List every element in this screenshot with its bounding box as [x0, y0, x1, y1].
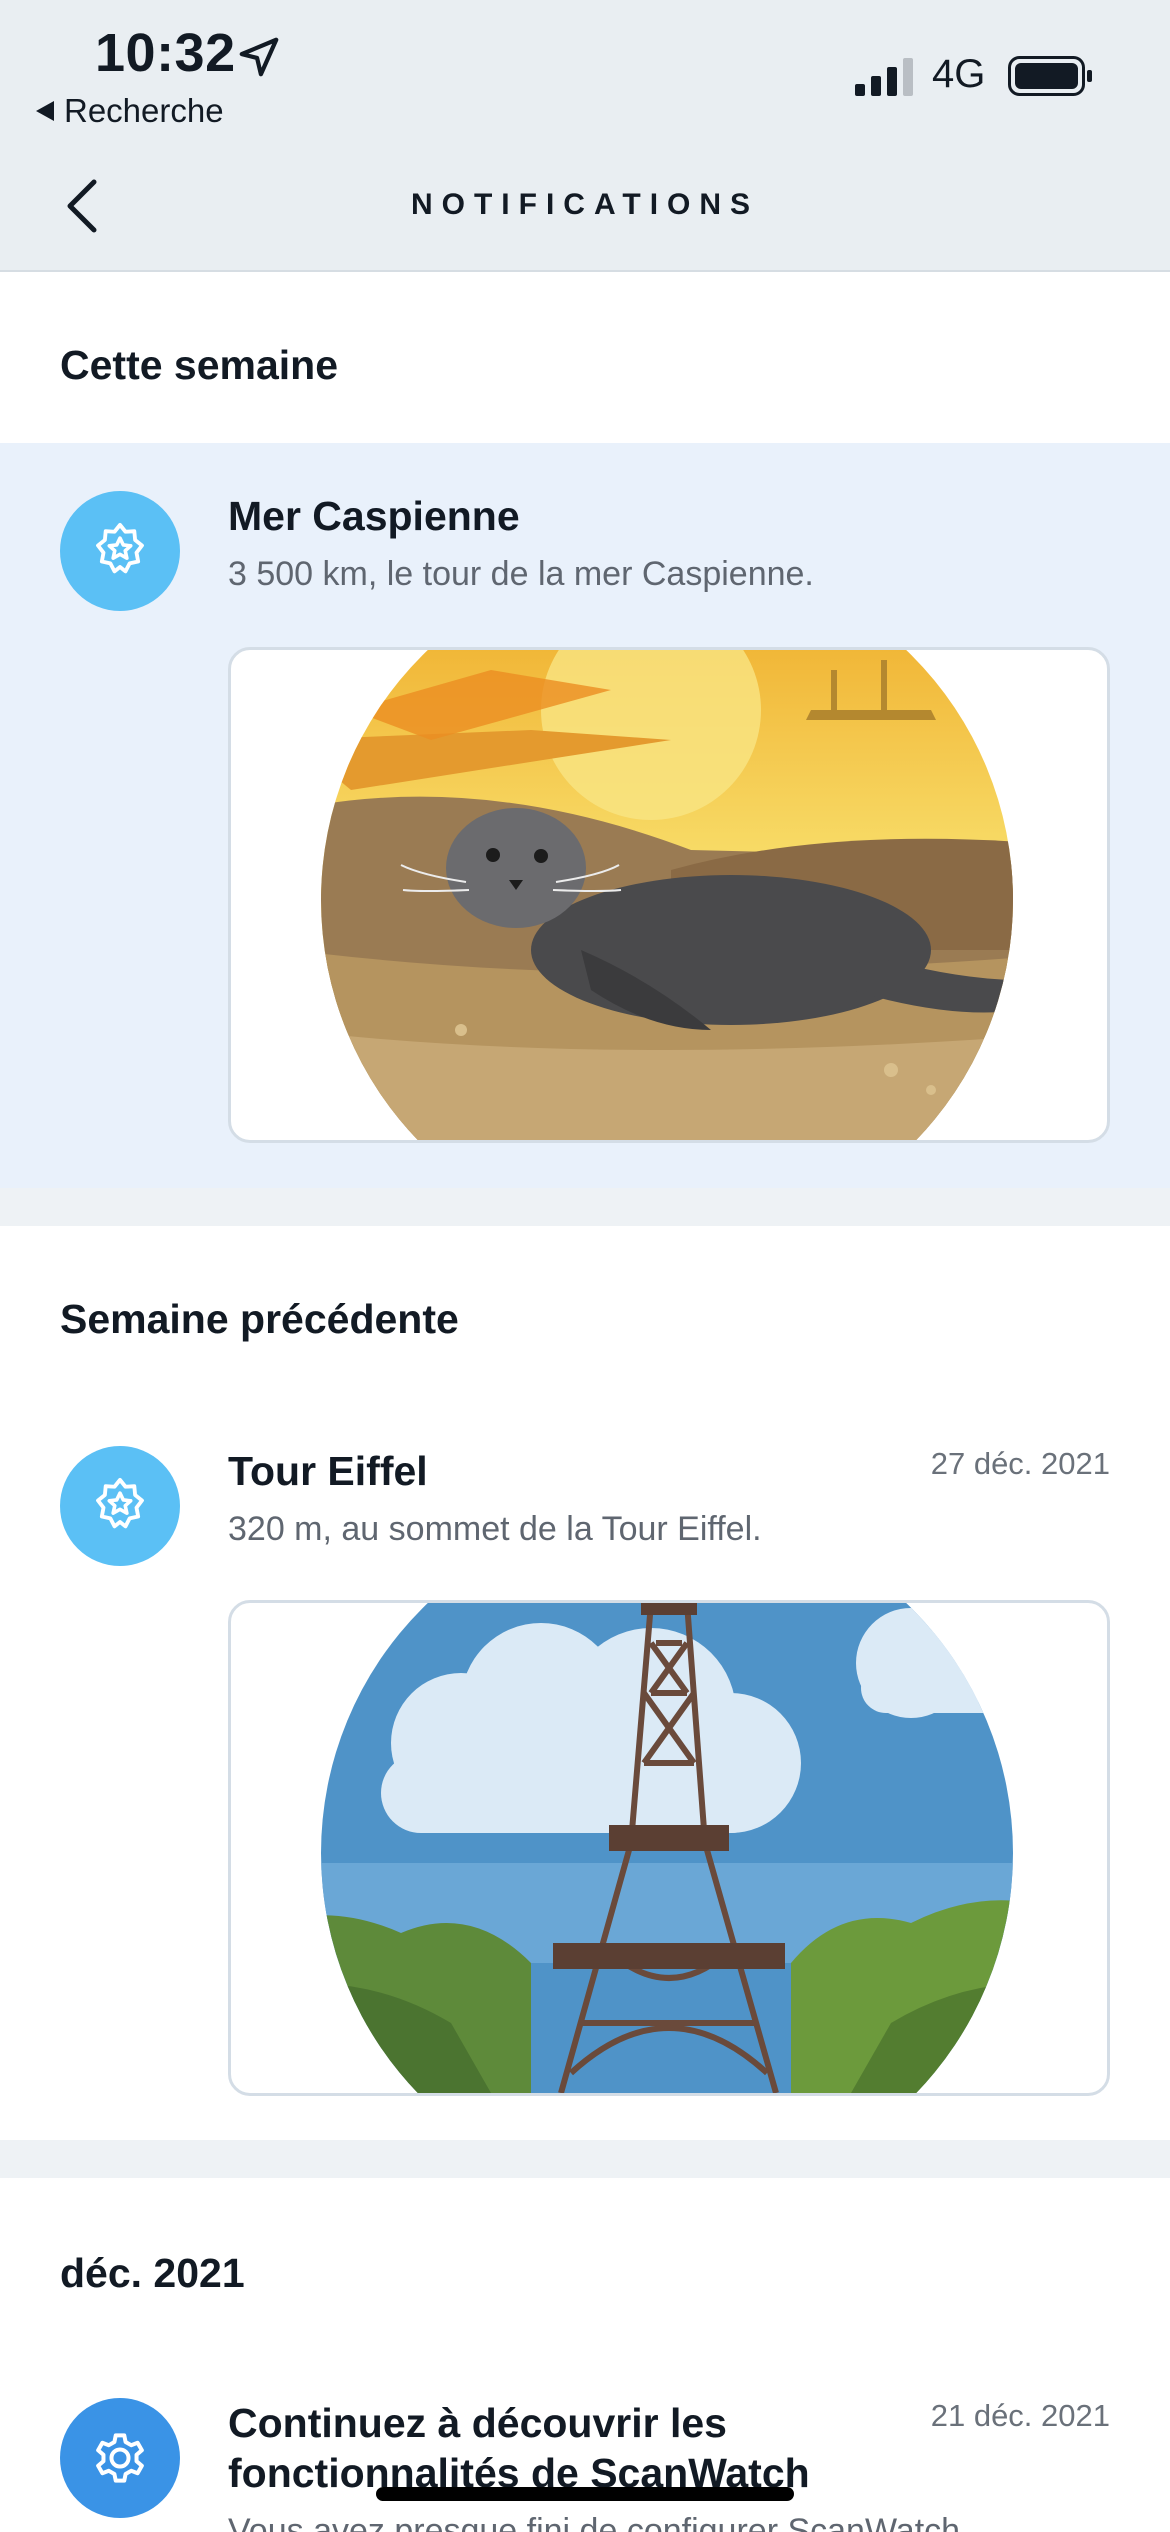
notification-card-caspian[interactable]: Mer Caspienne 3 500 km, le tour de la me…	[0, 443, 1170, 1188]
section-heading-previous-week: Semaine précédente	[60, 1296, 459, 1342]
star-badge-icon	[96, 522, 144, 574]
notification-title-line1: Continuez à découvrir les	[228, 2400, 727, 2446]
network-type: 4G	[932, 52, 986, 96]
notification-title: Tour Eiffel	[228, 1448, 428, 1494]
caspian-seal-illustration	[228, 647, 1110, 1143]
cellular-signal-icon	[855, 58, 913, 96]
back-triangle-icon	[36, 101, 54, 121]
notification-subtitle: 3 500 km, le tour de la mer Caspienne.	[228, 555, 814, 593]
notification-subtitle: 320 m, au sommet de la Tour Eiffel.	[228, 1510, 762, 1548]
back-app-label: Recherche	[64, 92, 224, 129]
section-divider	[0, 1188, 1170, 1226]
notification-date: 21 déc. 2021	[930, 2398, 1110, 2433]
badge-icon	[60, 2398, 180, 2518]
section-heading-december: déc. 2021	[60, 2250, 245, 2296]
badge-icon	[60, 491, 180, 611]
notification-card-eiffel[interactable]: Tour Eiffel 27 déc. 2021 320 m, au somme…	[0, 1398, 1170, 2140]
header: 10:32 Recherche 4G NOTIFICATIONS	[0, 0, 1170, 272]
battery-icon	[1008, 56, 1092, 96]
gear-icon	[96, 2433, 144, 2483]
section-divider	[0, 2140, 1170, 2178]
notification-date: 27 déc. 2021	[930, 1446, 1110, 1481]
home-indicator[interactable]	[376, 2487, 794, 2501]
location-arrow-icon	[239, 37, 279, 77]
notification-title: Mer Caspienne	[228, 493, 520, 539]
eiffel-tower-illustration	[228, 1600, 1110, 2096]
page-title: NOTIFICATIONS	[410, 188, 760, 221]
status-time: 10:32	[95, 23, 236, 83]
badge-icon	[60, 1446, 180, 1566]
notification-subtitle: Vous avez presque fini de configurer Sca…	[228, 2512, 961, 2532]
notification-card-scanwatch[interactable]: Continuez à découvrir les fonctionnalité…	[0, 2350, 1170, 2532]
star-badge-icon	[96, 1477, 144, 1529]
back-to-app-link[interactable]: Recherche	[36, 92, 224, 130]
section-heading-this-week: Cette semaine	[60, 342, 339, 388]
